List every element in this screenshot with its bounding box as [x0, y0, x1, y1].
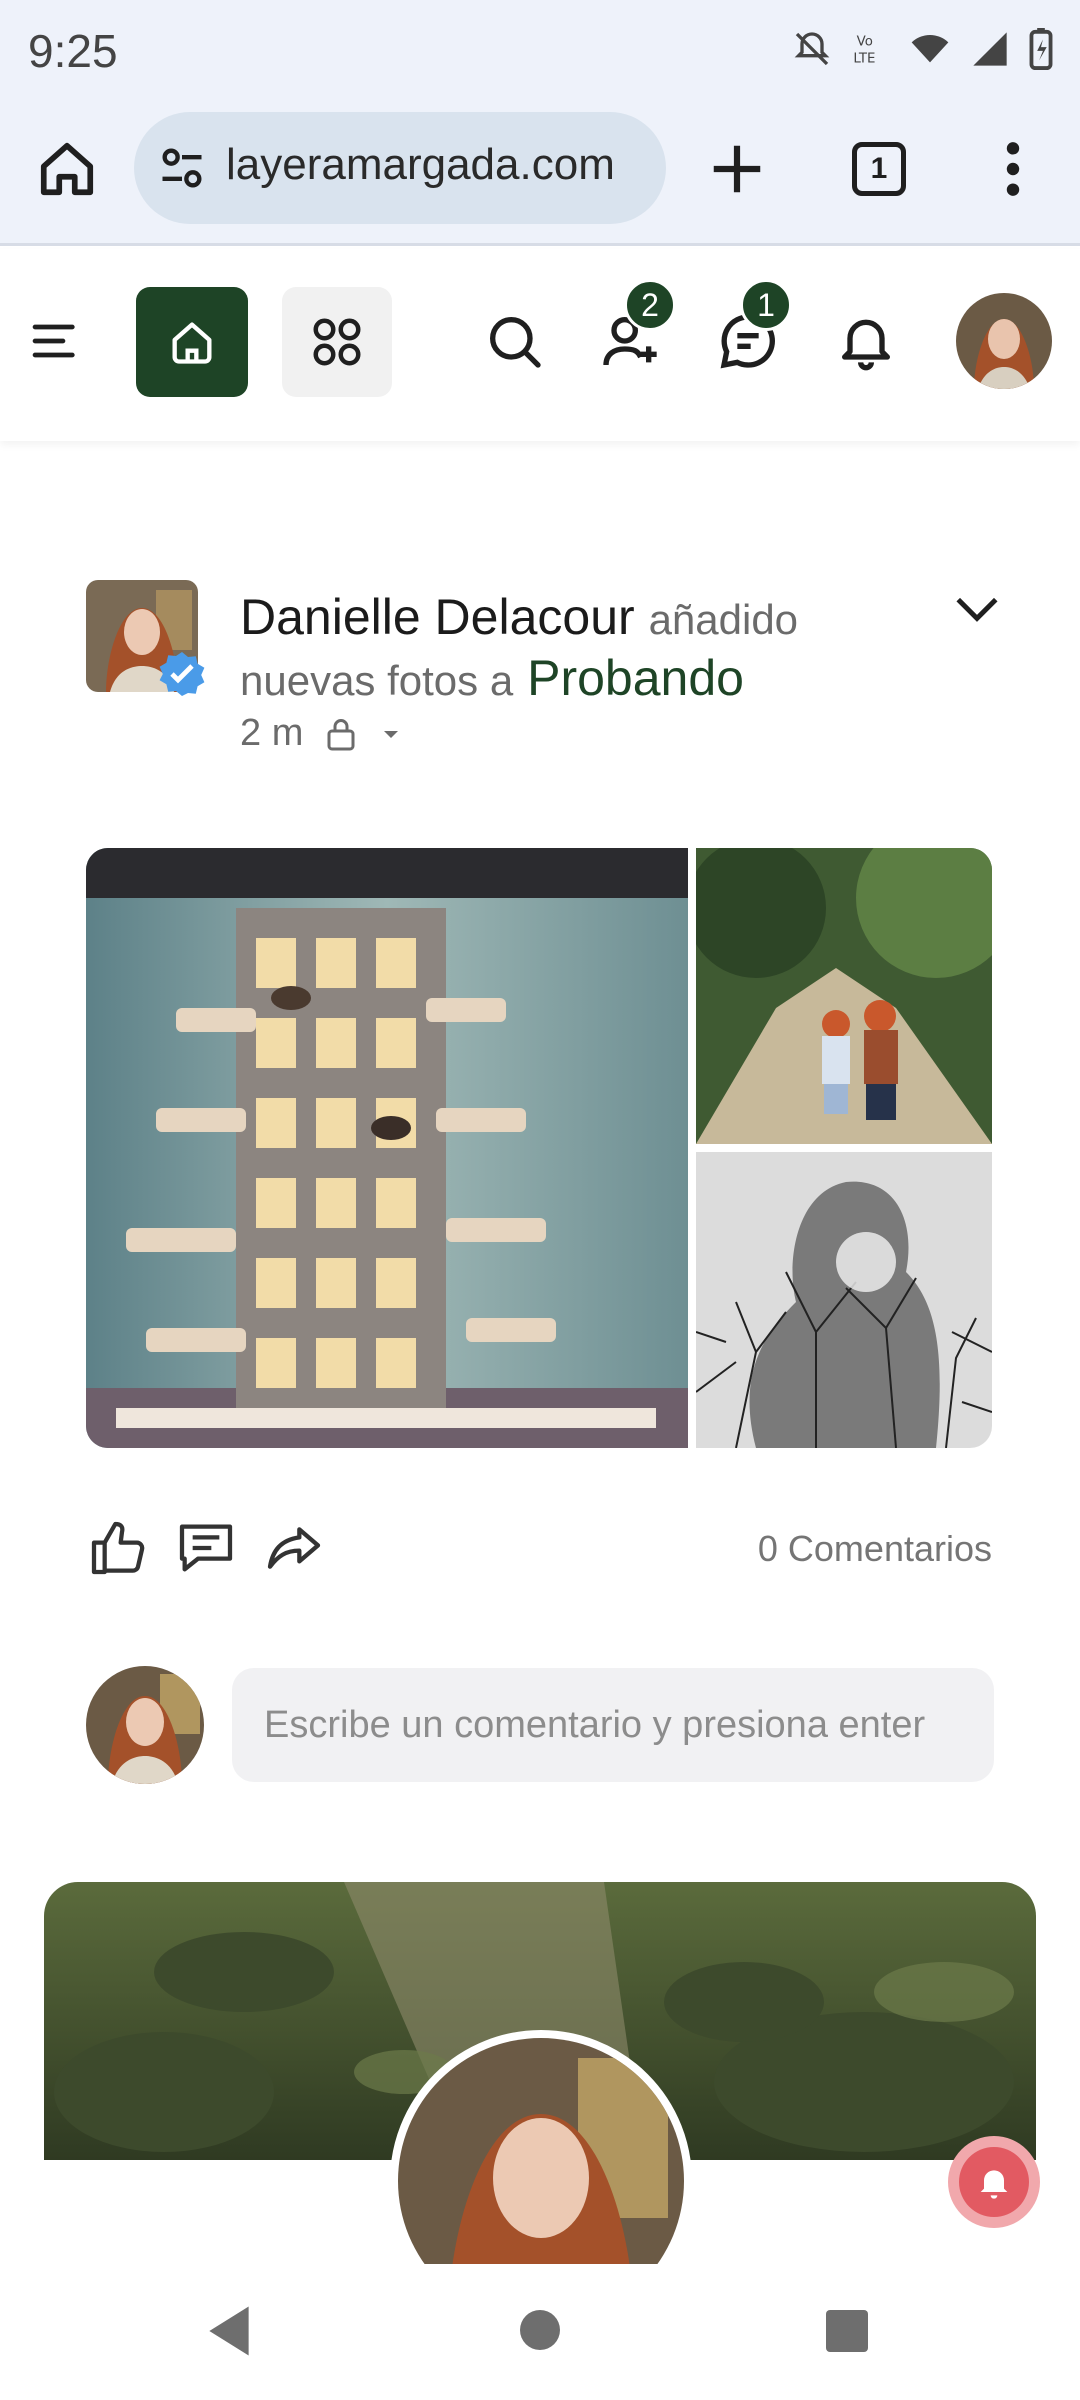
status-time: 9:25 [28, 25, 118, 77]
url-text[interactable]: layeramargada.com [226, 140, 656, 190]
hamburger-menu-icon[interactable] [28, 313, 84, 369]
mute-bell-icon [794, 32, 830, 66]
share-icon[interactable] [262, 1516, 326, 1580]
comment-icon[interactable] [174, 1516, 238, 1580]
post-title: Danielle Delacour añadido nuevas fotos a… [240, 588, 880, 710]
signal-icon [973, 32, 1007, 66]
wifi-icon [911, 35, 949, 63]
post-group-link[interactable]: Probando [527, 650, 744, 706]
new-tab-icon[interactable] [706, 138, 768, 200]
browser-menu-icon[interactable] [990, 138, 1036, 200]
comment-input[interactable] [232, 1668, 994, 1782]
status-bar: 9:25 Vo LTE [0, 0, 1080, 100]
comments-count[interactable]: 0 Comentarios [758, 1528, 992, 1570]
apps-grid-icon [313, 318, 361, 366]
post-time: 2 m [240, 712, 304, 754]
address-bar[interactable]: layeramargada.com [134, 112, 666, 224]
messages-badge: 1 [740, 279, 792, 331]
post-author-name[interactable]: Danielle Delacour [240, 589, 635, 645]
nav-home-button[interactable] [136, 287, 248, 397]
post-meta: 2 m [240, 712, 403, 755]
post-options-chevron-icon[interactable] [952, 592, 1002, 628]
notifications-bell-icon[interactable] [834, 309, 898, 373]
post-actions: 0 Comentarios [86, 1508, 992, 1588]
photo-cat-tower[interactable] [86, 848, 688, 1448]
post-photo-gallery [86, 848, 992, 1448]
battery-icon [1029, 28, 1053, 70]
svg-text:LTE: LTE [853, 51, 875, 66]
photo-children-path[interactable] [696, 848, 992, 1144]
site-settings-icon[interactable] [156, 142, 208, 194]
user-avatar[interactable] [956, 293, 1052, 389]
home-icon [172, 322, 212, 364]
home-circle-icon[interactable] [520, 2310, 560, 2350]
tab-switcher-button[interactable]: 1 [852, 142, 906, 196]
nav-apps-button[interactable] [282, 287, 392, 397]
notification-bell-button[interactable] [948, 2136, 1040, 2228]
back-icon[interactable] [204, 2304, 254, 2358]
privacy-caret-icon[interactable] [379, 722, 403, 746]
friend-requests-badge: 2 [624, 279, 676, 331]
bell-icon [980, 2170, 1008, 2199]
recents-square-icon[interactable] [826, 2310, 868, 2352]
commenter-avatar [86, 1666, 204, 1784]
browser-home-icon[interactable] [36, 138, 98, 200]
privacy-lock-icon[interactable] [323, 716, 359, 752]
verified-badge-icon [159, 652, 205, 696]
like-thumbs-up-icon[interactable] [86, 1516, 150, 1580]
browser-toolbar: layeramargada.com 1 [0, 100, 1080, 246]
android-navigation-bar [0, 2264, 1080, 2400]
site-header: 2 1 [0, 249, 1080, 441]
search-icon[interactable] [482, 309, 546, 373]
volte-icon: VoLTE [853, 35, 875, 67]
svg-text:Vo: Vo [857, 35, 873, 50]
status-icons: Vo LTE [792, 28, 1054, 70]
photo-double-exposure[interactable] [696, 1152, 992, 1448]
